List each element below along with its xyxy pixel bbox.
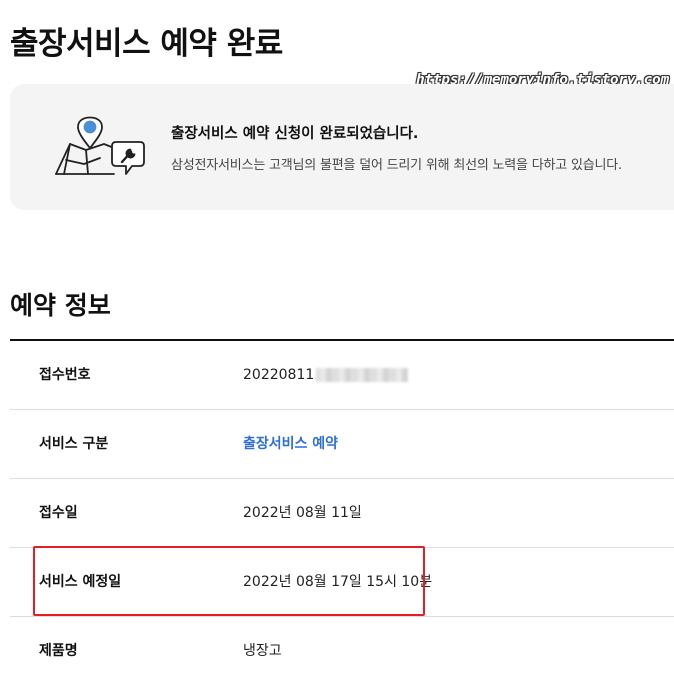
receipt-number-value: 20220811 [243,341,409,409]
table-row-scheduled-date: 서비스 예정일 2022년 08월 17일 15시 10분 [10,548,674,617]
product-name-value: 냉장고 [243,643,282,659]
reservation-info-table: 접수번호 20220811 서비스 구분 출장서비스 예약 접수일 2022년 … [10,339,674,685]
row-label: 접수일 [39,505,78,521]
page-title: 출장서비스 예약 완료 [10,26,283,62]
row-label: 서비스 구분 [39,436,109,452]
scheduled-date-value: 2022년 08월 17일 15시 10분 [243,574,433,590]
row-label: 제품명 [39,643,78,659]
completion-notice: 출장서비스 예약 신청이 완료되었습니다. 삼성전자서비스는 고객님의 불편을 … [10,84,674,210]
receipt-date-value: 2022년 08월 11일 [243,505,362,521]
map-pin-wrench-icon [54,116,146,180]
section-title: 예약 정보 [10,291,111,320]
table-row-product-name: 제품명 냉장고 [10,617,674,685]
table-row-receipt-number: 접수번호 20220811 [10,341,674,410]
row-label: 접수번호 [39,367,91,383]
row-label: 서비스 예정일 [39,574,122,590]
table-row-service-type: 서비스 구분 출장서비스 예약 [10,410,674,479]
notice-description: 삼성전자서비스는 고객님의 불편을 덜어 드리기 위해 최선의 노력을 다하고 … [171,158,622,173]
service-type-link[interactable]: 출장서비스 예약 [243,410,338,478]
table-row-receipt-date: 접수일 2022년 08월 11일 [10,479,674,548]
redacted-mask [316,368,409,382]
notice-title: 출장서비스 예약 신청이 완료되었습니다. [171,126,419,142]
receipt-number-text: 20220811 [243,367,315,383]
